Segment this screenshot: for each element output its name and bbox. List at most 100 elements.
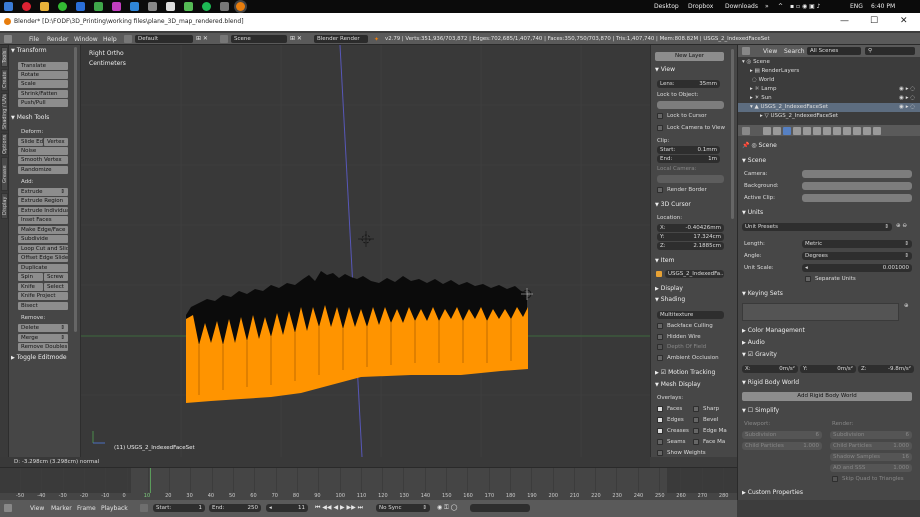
backface-culling-checkbox[interactable] [657, 323, 663, 329]
npanel-scrollbar[interactable] [731, 49, 734, 219]
outliner-filter-select[interactable]: All Scenes [807, 47, 861, 55]
smooth-vertex-button[interactable]: Smooth Vertex [18, 156, 68, 164]
blender-icon[interactable] [236, 2, 245, 11]
hidden-wire-checkbox[interactable] [657, 334, 663, 340]
add-rigid-body-world-button[interactable]: Add Rigid Body World [742, 392, 912, 401]
lock-to-cursor-checkbox[interactable] [657, 113, 663, 119]
rigid-body-world-panel-header[interactable]: ▼ Rigid Body World [742, 379, 799, 386]
app-icon[interactable] [184, 2, 193, 11]
face-marks-checkbox[interactable] [693, 439, 699, 445]
child-particles-viewport-field[interactable]: Child Particles 1.000 [742, 442, 822, 450]
simplify-panel-header[interactable]: ▼ ☐ Simplify [742, 407, 779, 414]
make-edge-face-button[interactable]: Make Edge/Face [18, 226, 68, 234]
transform-panel-header[interactable]: ▼ Transform [11, 47, 47, 54]
keying-set-field[interactable] [470, 504, 530, 512]
cursor-x-field[interactable]: X: -0.40426mm [657, 224, 724, 232]
physics-tab-icon[interactable] [873, 127, 881, 135]
translate-button[interactable]: Translate [18, 62, 68, 70]
start-frame-field[interactable]: Start: 1 [153, 504, 205, 512]
loop-cut-slide-button[interactable]: Loop Cut and Slide [18, 245, 68, 253]
lock-object-field[interactable] [657, 101, 724, 109]
menu-file[interactable]: File [29, 36, 39, 43]
motion-tracking-panel-header[interactable]: ▶ ☑ Motion Tracking [655, 369, 715, 376]
end-frame-field[interactable]: End: 250 [209, 504, 261, 512]
render-border-checkbox[interactable] [657, 187, 663, 193]
language-indicator[interactable]: ENG [850, 3, 863, 10]
ambient-occlusion-checkbox[interactable] [657, 355, 663, 361]
unit-scale-field[interactable]: ◂ 0.001000 [802, 264, 912, 272]
cursor-z-field[interactable]: Z: 2.1885cm [657, 242, 724, 250]
world-tab-icon[interactable] [793, 127, 801, 135]
timeline-editor-icon[interactable] [4, 504, 12, 512]
outliner-view-menu[interactable]: View [763, 48, 777, 55]
layout-select[interactable]: Default [135, 35, 193, 43]
app-icon[interactable] [112, 2, 121, 11]
gravity-x-field[interactable]: X: 0m/s² [742, 365, 798, 373]
scene-tab-icon[interactable] [783, 127, 791, 135]
app-icon[interactable] [220, 2, 229, 11]
offset-edge-slide-button[interactable]: Offset Edge Slide [18, 254, 68, 262]
subdivide-button[interactable]: Subdivide [18, 235, 68, 243]
taskbar-dropbox[interactable]: Dropbox [688, 3, 713, 10]
tab-create[interactable]: Create [1, 69, 8, 91]
data-tab-icon[interactable] [833, 127, 841, 135]
keying-sets-add-icon[interactable]: ⊕ [904, 303, 909, 309]
folder-icon[interactable] [40, 2, 49, 11]
maximize-icon[interactable]: ☐ [870, 16, 878, 26]
remove-doubles-button[interactable]: Remove Doubles [18, 343, 68, 351]
app-icon[interactable] [166, 2, 175, 11]
vertex-button[interactable]: Vertex [44, 138, 68, 146]
extrude-individual-button[interactable]: Extrude Individual [18, 207, 68, 215]
delete-menu[interactable]: Delete ⇕ [18, 324, 68, 332]
tray-up-icon[interactable]: ^ [778, 3, 783, 10]
noise-button[interactable]: Noise [18, 147, 68, 155]
outliner-search-input[interactable]: ⚲ [865, 47, 915, 55]
object-tab-icon[interactable] [803, 127, 811, 135]
chevron-icon[interactable]: » [765, 3, 769, 10]
lock-camera-checkbox[interactable] [657, 125, 663, 131]
menu-help[interactable]: Help [103, 36, 117, 43]
inset-faces-button[interactable]: Inset Faces [18, 216, 68, 224]
toggle-editmode-panel-header[interactable]: ▶ Toggle Editmode [11, 354, 67, 361]
scene-panel-header[interactable]: ▼ Scene [742, 157, 766, 164]
app-icon[interactable] [130, 2, 139, 11]
clip-end-field[interactable]: End: 1m [657, 155, 720, 163]
angle-select[interactable]: Degrees ⇕ [802, 252, 912, 260]
sync-select[interactable]: No Sync ⇕ [376, 504, 430, 512]
mesh-display-panel-header[interactable]: ▼ Mesh Display [655, 381, 701, 388]
faces-checkbox[interactable] [657, 406, 663, 412]
outliner-row-renderlayers[interactable]: ▸ ▤ RenderLayers [738, 67, 920, 76]
spin-button[interactable]: Spin [18, 273, 43, 281]
chrome-icon-2[interactable] [58, 2, 67, 11]
timeline-marker-menu[interactable]: Marker [51, 505, 72, 512]
mesh-tools-panel-header[interactable]: ▼ Mesh Tools [11, 114, 49, 121]
close-icon[interactable]: ✕ [900, 16, 908, 26]
color-management-panel-header[interactable]: ▶ Color Management [742, 327, 805, 334]
shading-mode-select[interactable]: Multitexture [657, 311, 724, 319]
new-layer-button[interactable]: New Layer [655, 52, 724, 61]
minimize-icon[interactable]: — [840, 16, 849, 26]
custom-properties-panel-header[interactable]: ▶ Custom Properties [742, 489, 803, 496]
background-field[interactable] [802, 182, 912, 190]
material-tab-icon[interactable] [843, 127, 851, 135]
knife-select-button[interactable]: Select [44, 283, 68, 291]
unit-presets-select[interactable]: Unit Presets ⇕ [742, 223, 892, 231]
units-panel-header[interactable]: ▼ Units [742, 209, 763, 216]
layout-icon[interactable] [124, 35, 132, 43]
particles-tab-icon[interactable] [863, 127, 871, 135]
toolshelf-scrollbar[interactable] [74, 47, 77, 332]
gravity-z-field[interactable]: Z: -9.8m/s² [858, 365, 914, 373]
sharp-checkbox[interactable] [693, 406, 699, 412]
shading-panel-header[interactable]: ▼ Shading [655, 296, 685, 303]
tab-shading-uvs[interactable]: Shading / UVs [1, 93, 8, 131]
timeline-frame-menu[interactable]: Frame [77, 505, 96, 512]
length-select[interactable]: Metric ⇕ [802, 240, 912, 248]
shrink-fatten-button[interactable]: Shrink/Fatten [18, 90, 68, 98]
3d-viewport[interactable]: Right Ortho Centimeters (11) USGS_2_Inde… [81, 45, 650, 457]
chrome-icon[interactable] [22, 2, 31, 11]
3d-cursor-icon[interactable] [358, 231, 374, 247]
shadow-samples-field[interactable]: Shadow Samples 16 [830, 453, 912, 461]
app-icon[interactable] [148, 2, 157, 11]
taskbar-downloads[interactable]: Downloads [725, 3, 758, 10]
outliner-row-scene[interactable]: ▾ ◎ Scene [738, 58, 920, 67]
